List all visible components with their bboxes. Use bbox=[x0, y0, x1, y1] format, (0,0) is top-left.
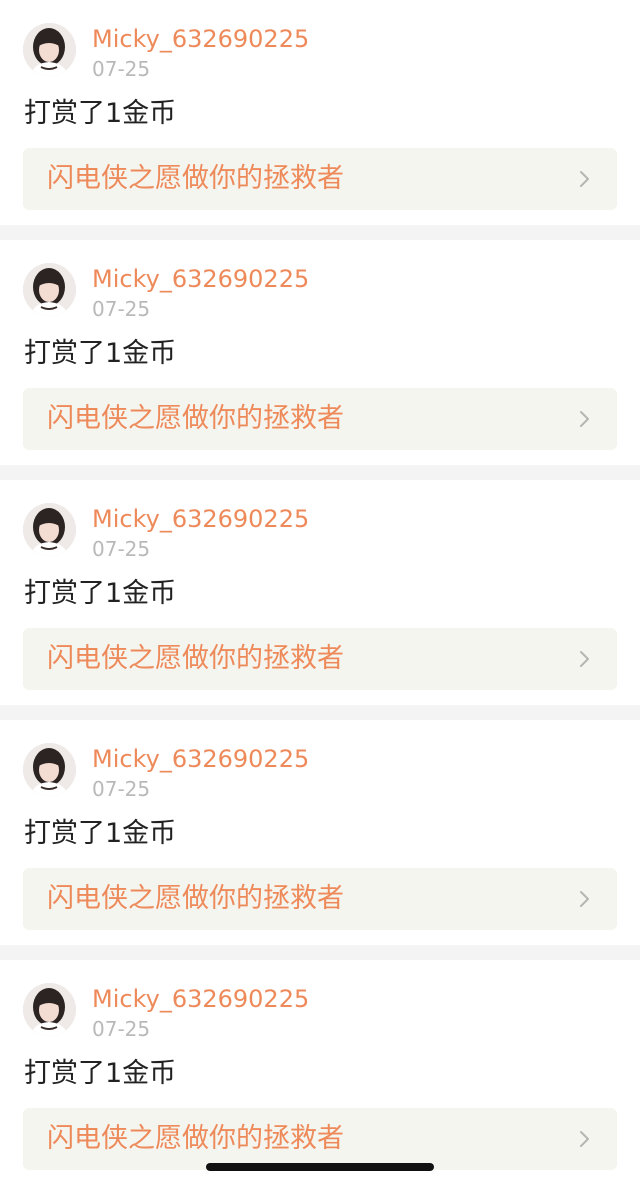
novel-title: 闪电侠之愿做你的拯救者 bbox=[47, 643, 344, 674]
avatar[interactable] bbox=[23, 263, 76, 316]
novel-link[interactable]: 闪电侠之愿做你的拯救者 bbox=[23, 1108, 617, 1170]
post-date: 07-25 bbox=[92, 297, 151, 321]
username[interactable]: Micky_632690225 bbox=[92, 24, 309, 54]
avatar[interactable] bbox=[23, 983, 76, 1036]
novel-title: 闪电侠之愿做你的拯救者 bbox=[47, 163, 344, 194]
avatar-image bbox=[23, 503, 76, 556]
post-date: 07-25 bbox=[92, 57, 151, 81]
chevron-right-icon bbox=[580, 891, 589, 907]
novel-link[interactable]: 闪电侠之愿做你的拯救者 bbox=[23, 868, 617, 930]
reward-action-text: 打赏了1金币 bbox=[24, 98, 177, 129]
avatar[interactable] bbox=[23, 23, 76, 76]
reward-action-text: 打赏了1金币 bbox=[24, 338, 177, 369]
reward-card: Micky_632690225 07-25 打赏了1金币 闪电侠之愿做你的拯救者 bbox=[0, 960, 640, 1184]
reward-card: Micky_632690225 07-25 打赏了1金币 闪电侠之愿做你的拯救者 bbox=[0, 720, 640, 945]
chevron-right-icon bbox=[580, 411, 589, 427]
username[interactable]: Micky_632690225 bbox=[92, 744, 309, 774]
username[interactable]: Micky_632690225 bbox=[92, 504, 309, 534]
separator bbox=[0, 225, 640, 240]
home-indicator[interactable] bbox=[206, 1163, 434, 1171]
reward-action-text: 打赏了1金币 bbox=[24, 818, 177, 849]
novel-title: 闪电侠之愿做你的拯救者 bbox=[47, 883, 344, 914]
chevron-right-icon bbox=[580, 171, 589, 187]
reward-card: Micky_632690225 07-25 打赏了1金币 闪电侠之愿做你的拯救者 bbox=[0, 0, 640, 225]
novel-title: 闪电侠之愿做你的拯救者 bbox=[47, 1123, 344, 1154]
novel-link[interactable]: 闪电侠之愿做你的拯救者 bbox=[23, 628, 617, 690]
post-date: 07-25 bbox=[92, 777, 151, 801]
reward-card: Micky_632690225 07-25 打赏了1金币 闪电侠之愿做你的拯救者 bbox=[0, 480, 640, 705]
username[interactable]: Micky_632690225 bbox=[92, 984, 309, 1014]
reward-action-text: 打赏了1金币 bbox=[24, 1058, 177, 1089]
novel-link[interactable]: 闪电侠之愿做你的拯救者 bbox=[23, 148, 617, 210]
avatar[interactable] bbox=[23, 743, 76, 796]
reward-feed: Micky_632690225 07-25 打赏了1金币 闪电侠之愿做你的拯救者… bbox=[0, 0, 640, 1184]
separator bbox=[0, 945, 640, 960]
reward-action-text: 打赏了1金币 bbox=[24, 578, 177, 609]
avatar-image bbox=[23, 23, 76, 76]
username[interactable]: Micky_632690225 bbox=[92, 264, 309, 294]
separator bbox=[0, 705, 640, 720]
novel-title: 闪电侠之愿做你的拯救者 bbox=[47, 403, 344, 434]
novel-link[interactable]: 闪电侠之愿做你的拯救者 bbox=[23, 388, 617, 450]
avatar[interactable] bbox=[23, 503, 76, 556]
chevron-right-icon bbox=[580, 651, 589, 667]
post-date: 07-25 bbox=[92, 1017, 151, 1041]
reward-card: Micky_632690225 07-25 打赏了1金币 闪电侠之愿做你的拯救者 bbox=[0, 240, 640, 465]
post-date: 07-25 bbox=[92, 537, 151, 561]
separator bbox=[0, 465, 640, 480]
avatar-image bbox=[23, 263, 76, 316]
chevron-right-icon bbox=[580, 1131, 589, 1147]
avatar-image bbox=[23, 983, 76, 1036]
avatar-image bbox=[23, 743, 76, 796]
